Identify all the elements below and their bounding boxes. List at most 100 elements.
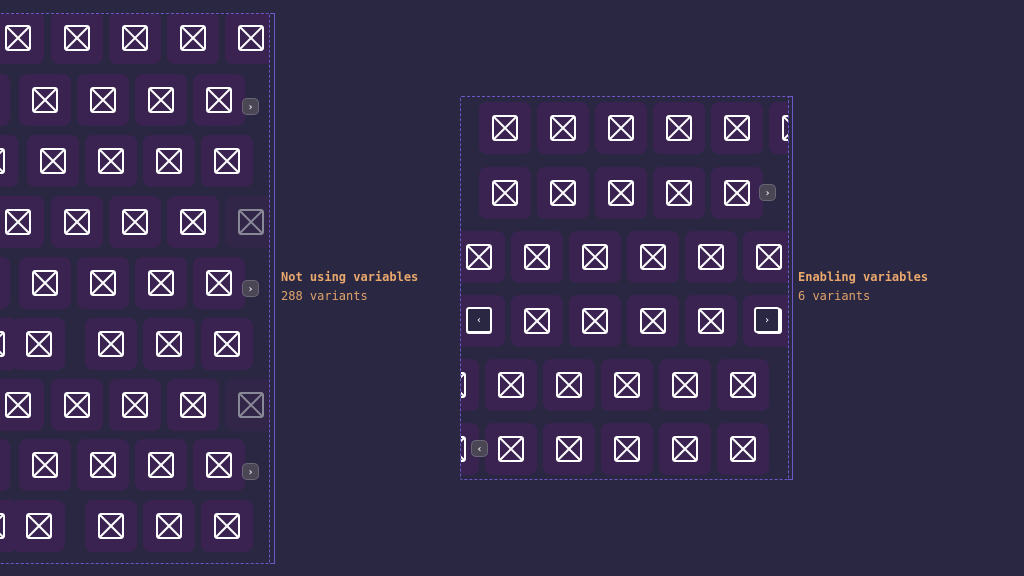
variant-tile xyxy=(85,318,137,370)
image-placeholder-icon xyxy=(5,25,31,51)
variant-tile xyxy=(485,359,537,411)
image-placeholder-icon xyxy=(214,148,240,174)
image-placeholder-icon xyxy=(724,180,750,206)
image-placeholder-icon xyxy=(640,244,666,270)
variant-tile xyxy=(685,295,737,347)
variant-tile xyxy=(13,500,65,552)
variant-tile xyxy=(543,423,595,475)
variant-tile xyxy=(135,257,187,309)
variant-tile xyxy=(19,257,71,309)
image-placeholder-icon xyxy=(608,180,634,206)
variant-tile xyxy=(77,74,129,126)
variant-tile xyxy=(479,102,531,154)
image-placeholder-icon xyxy=(672,372,698,398)
variant-tile xyxy=(225,14,269,64)
image-placeholder-icon xyxy=(492,180,518,206)
variant-tile xyxy=(0,135,18,187)
image-placeholder-icon xyxy=(5,392,31,418)
variant-tile xyxy=(479,167,531,219)
panel-title: Not using variables xyxy=(281,270,419,284)
variant-tile xyxy=(143,500,195,552)
variant-tile xyxy=(0,74,10,126)
image-placeholder-icon xyxy=(122,25,148,51)
variant-tile xyxy=(569,295,621,347)
carousel-frame-not-using-variables: › › › xyxy=(0,13,270,564)
variant-tile xyxy=(193,257,245,309)
chevron-right-icon[interactable]: › xyxy=(242,98,259,115)
variant-tile xyxy=(769,102,788,154)
image-placeholder-icon xyxy=(5,209,31,235)
variant-tile xyxy=(201,500,253,552)
variant-tile xyxy=(461,231,505,283)
image-placeholder-icon xyxy=(98,148,124,174)
image-placeholder-icon xyxy=(730,372,756,398)
variant-tile xyxy=(109,14,161,64)
image-placeholder-icon xyxy=(26,513,52,539)
chevron-left-icon[interactable]: ‹ xyxy=(466,307,492,333)
image-placeholder-icon xyxy=(672,436,698,462)
image-placeholder-icon xyxy=(756,244,782,270)
image-placeholder-icon xyxy=(550,115,576,141)
variant-tile xyxy=(201,135,253,187)
image-placeholder-icon xyxy=(206,87,232,113)
chevron-right-icon[interactable]: › xyxy=(242,280,259,297)
variant-tile xyxy=(85,135,137,187)
chevron-right-icon[interactable]: › xyxy=(754,307,780,333)
image-placeholder-icon xyxy=(0,513,5,539)
chevron-right-icon[interactable]: › xyxy=(759,184,776,201)
variant-tile xyxy=(595,102,647,154)
chevron-left-icon[interactable]: ‹ xyxy=(471,440,488,457)
variant-tile xyxy=(543,359,595,411)
image-placeholder-icon xyxy=(238,25,264,51)
variant-tile xyxy=(0,379,44,431)
image-placeholder-icon xyxy=(64,25,90,51)
image-placeholder-icon xyxy=(148,452,174,478)
carousel-frame-enabling-variables: › ‹ › ‹ xyxy=(460,96,789,480)
variant-tile xyxy=(193,74,245,126)
image-placeholder-icon xyxy=(148,270,174,296)
image-placeholder-icon xyxy=(582,308,608,334)
variant-tile xyxy=(0,439,10,491)
variant-tile xyxy=(717,359,769,411)
image-placeholder-icon xyxy=(582,244,608,270)
variant-tile xyxy=(193,439,245,491)
panel-variant-count: 6 variants xyxy=(798,289,871,303)
variant-tile xyxy=(711,102,763,154)
variant-tile xyxy=(85,500,137,552)
image-placeholder-icon xyxy=(614,372,640,398)
image-placeholder-icon xyxy=(214,513,240,539)
image-placeholder-icon xyxy=(724,115,750,141)
variant-tile xyxy=(51,14,103,64)
variant-tile xyxy=(13,318,65,370)
variant-tile xyxy=(743,231,788,283)
image-placeholder-icon xyxy=(214,331,240,357)
variant-tile xyxy=(0,257,10,309)
variant-tile xyxy=(143,318,195,370)
variant-tile xyxy=(135,439,187,491)
chevron-right-icon[interactable]: › xyxy=(242,463,259,480)
variant-tile xyxy=(461,359,479,411)
image-placeholder-icon xyxy=(614,436,640,462)
variant-tile xyxy=(595,167,647,219)
image-placeholder-icon xyxy=(556,372,582,398)
variant-tile xyxy=(511,295,563,347)
image-placeholder-icon xyxy=(156,148,182,174)
variant-tile xyxy=(653,167,705,219)
image-placeholder-icon xyxy=(90,270,116,296)
variant-tile xyxy=(711,167,763,219)
image-placeholder-icon xyxy=(40,148,66,174)
image-placeholder-icon xyxy=(32,452,58,478)
panel-label-not-using-variables: Not using variables 288 variants xyxy=(281,268,418,306)
image-placeholder-icon xyxy=(206,270,232,296)
variant-tile xyxy=(627,295,679,347)
image-placeholder-icon xyxy=(498,436,524,462)
image-placeholder-icon xyxy=(180,392,206,418)
image-placeholder-icon xyxy=(492,115,518,141)
image-placeholder-icon xyxy=(64,392,90,418)
variant-tile xyxy=(19,439,71,491)
variant-tile xyxy=(19,74,71,126)
image-placeholder-icon xyxy=(156,331,182,357)
variant-tile xyxy=(51,196,103,248)
image-placeholder-icon xyxy=(90,87,116,113)
variant-tile xyxy=(537,167,589,219)
